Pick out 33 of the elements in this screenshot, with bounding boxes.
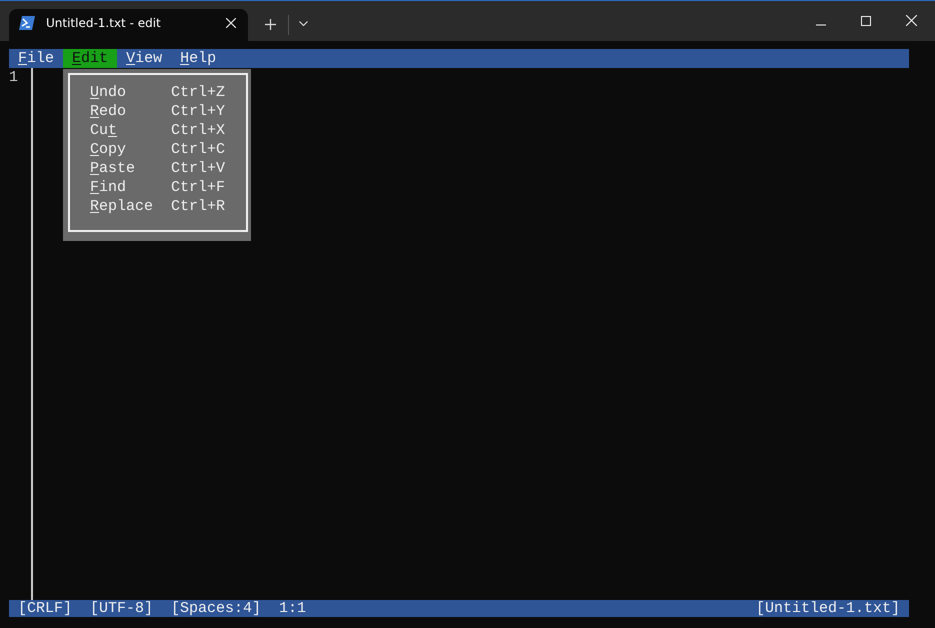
terminal-tab[interactable]: Untitled-1.txt - edit	[9, 9, 248, 41]
menu-item[interactable]: File	[9, 49, 64, 68]
menu-item[interactable]: View	[117, 49, 172, 68]
status-item: [Spaces:4]	[171, 600, 262, 617]
tab-title: Untitled-1.txt - edit	[46, 16, 162, 30]
shortcut-label: Ctrl+Y	[171, 102, 226, 121]
shortcut-label: Ctrl+F	[171, 178, 226, 197]
menu-item[interactable]: Paste	[90, 159, 171, 178]
shortcut-label: Ctrl+V	[171, 159, 226, 178]
menu-item[interactable]: Cut	[90, 121, 171, 140]
menu-item[interactable]: Help	[171, 49, 226, 68]
menu-item[interactable]: Undo	[90, 83, 171, 102]
menu-item[interactable]: Copy	[90, 140, 171, 159]
shortcut-label: Ctrl+C	[171, 140, 226, 159]
menu-item[interactable]: Find	[90, 178, 171, 197]
menu-item[interactable]: Replace	[90, 197, 171, 216]
status-item: 1:1	[279, 600, 306, 617]
close-icon[interactable]	[906, 15, 917, 26]
terminal-icon	[19, 16, 35, 30]
status-item: [UTF-8]	[90, 600, 154, 617]
plus-icon[interactable]	[265, 19, 276, 30]
menu-item[interactable]: Edit	[63, 49, 118, 68]
shortcut-label: Ctrl+R	[171, 197, 226, 216]
menu-item[interactable]: Redo	[90, 102, 171, 121]
maximize-icon[interactable]	[861, 16, 871, 26]
shortcut-label: Ctrl+Z	[171, 83, 226, 102]
chevron-down-icon[interactable]	[299, 21, 308, 26]
minimize-icon[interactable]	[816, 24, 826, 26]
shortcut-label: Ctrl+X	[171, 121, 226, 140]
close-icon[interactable]	[226, 18, 236, 28]
line-number: 1	[9, 68, 20, 87]
status-item: [CRLF]	[18, 600, 72, 617]
status-item: [Untitled-1.txt]	[756, 600, 900, 617]
